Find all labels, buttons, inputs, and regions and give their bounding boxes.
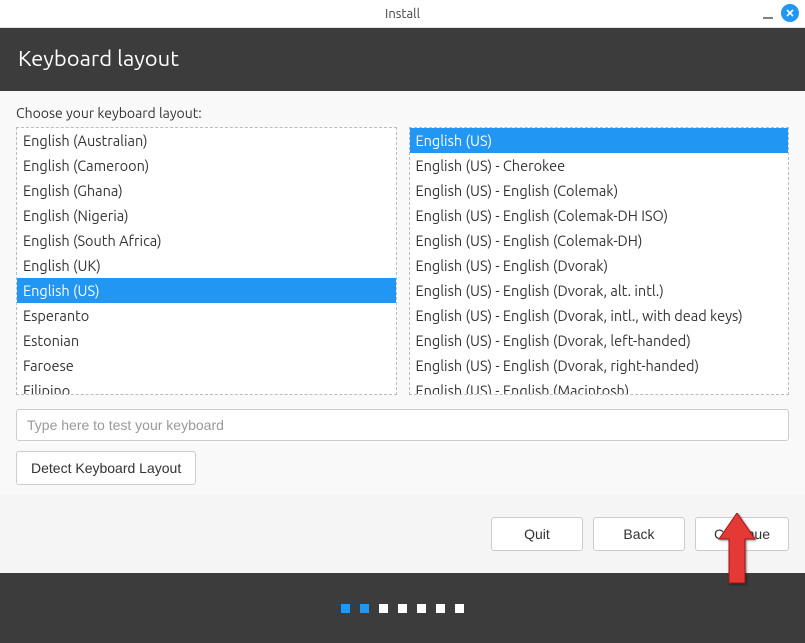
progress-step [417, 604, 426, 613]
back-button[interactable]: Back [593, 517, 685, 551]
list-item[interactable]: Faroese [17, 353, 396, 378]
list-item[interactable]: Filipino [17, 378, 396, 395]
continue-button[interactable]: Continue [695, 517, 789, 551]
detect-keyboard-button[interactable]: Detect Keyboard Layout [16, 451, 196, 485]
page-title: Keyboard layout [18, 46, 787, 71]
list-item[interactable]: English (US) - Cherokee [410, 153, 789, 178]
variant-list[interactable]: English (US)English (US) - CherokeeEngli… [409, 127, 790, 395]
list-item[interactable]: English (South Africa) [17, 228, 396, 253]
progress-step [398, 604, 407, 613]
window-title: Install [385, 7, 420, 21]
list-item[interactable]: English (US) - English (Colemak-DH) [410, 228, 789, 253]
list-item[interactable]: English (US) - English (Colemak-DH ISO) [410, 203, 789, 228]
list-item[interactable]: English (US) [17, 278, 396, 303]
quit-button[interactable]: Quit [491, 517, 583, 551]
keyboard-test-input[interactable] [16, 409, 789, 441]
layout-lists: English (Australian)English (Cameroon)En… [16, 127, 789, 395]
list-item[interactable]: English (Ghana) [17, 178, 396, 203]
list-item[interactable]: Esperanto [17, 303, 396, 328]
list-item[interactable]: English (Cameroon) [17, 153, 396, 178]
progress-footer [0, 573, 805, 643]
titlebar: Install [0, 0, 805, 28]
progress-step [379, 604, 388, 613]
list-item[interactable]: English (US) - English (Dvorak, right-ha… [410, 353, 789, 378]
window-controls [761, 4, 799, 22]
list-item[interactable]: English (US) - English (Macintosh) [410, 378, 789, 395]
list-item[interactable]: Estonian [17, 328, 396, 353]
progress-step [436, 604, 445, 613]
list-item[interactable]: English (UK) [17, 253, 396, 278]
close-icon[interactable] [781, 4, 799, 22]
page-header: Keyboard layout [0, 28, 805, 91]
list-item[interactable]: English (Australian) [17, 128, 396, 153]
language-list[interactable]: English (Australian)English (Cameroon)En… [16, 127, 397, 395]
list-item[interactable]: English (US) - English (Dvorak, left-han… [410, 328, 789, 353]
progress-step [341, 604, 350, 613]
list-item[interactable]: English (US) [410, 128, 789, 153]
progress-step [455, 604, 464, 613]
choose-label: Choose your keyboard layout: [16, 105, 789, 121]
list-item[interactable]: English (US) - English (Dvorak, intl., w… [410, 303, 789, 328]
list-item[interactable]: English (US) - English (Colemak) [410, 178, 789, 203]
wizard-nav: Quit Back Continue [0, 517, 805, 569]
list-item[interactable]: English (US) - English (Dvorak) [410, 253, 789, 278]
main-content: Choose your keyboard layout: English (Au… [0, 91, 805, 495]
progress-step [360, 604, 369, 613]
minimize-icon[interactable] [761, 6, 775, 20]
list-item[interactable]: English (Nigeria) [17, 203, 396, 228]
list-item[interactable]: English (US) - English (Dvorak, alt. int… [410, 278, 789, 303]
